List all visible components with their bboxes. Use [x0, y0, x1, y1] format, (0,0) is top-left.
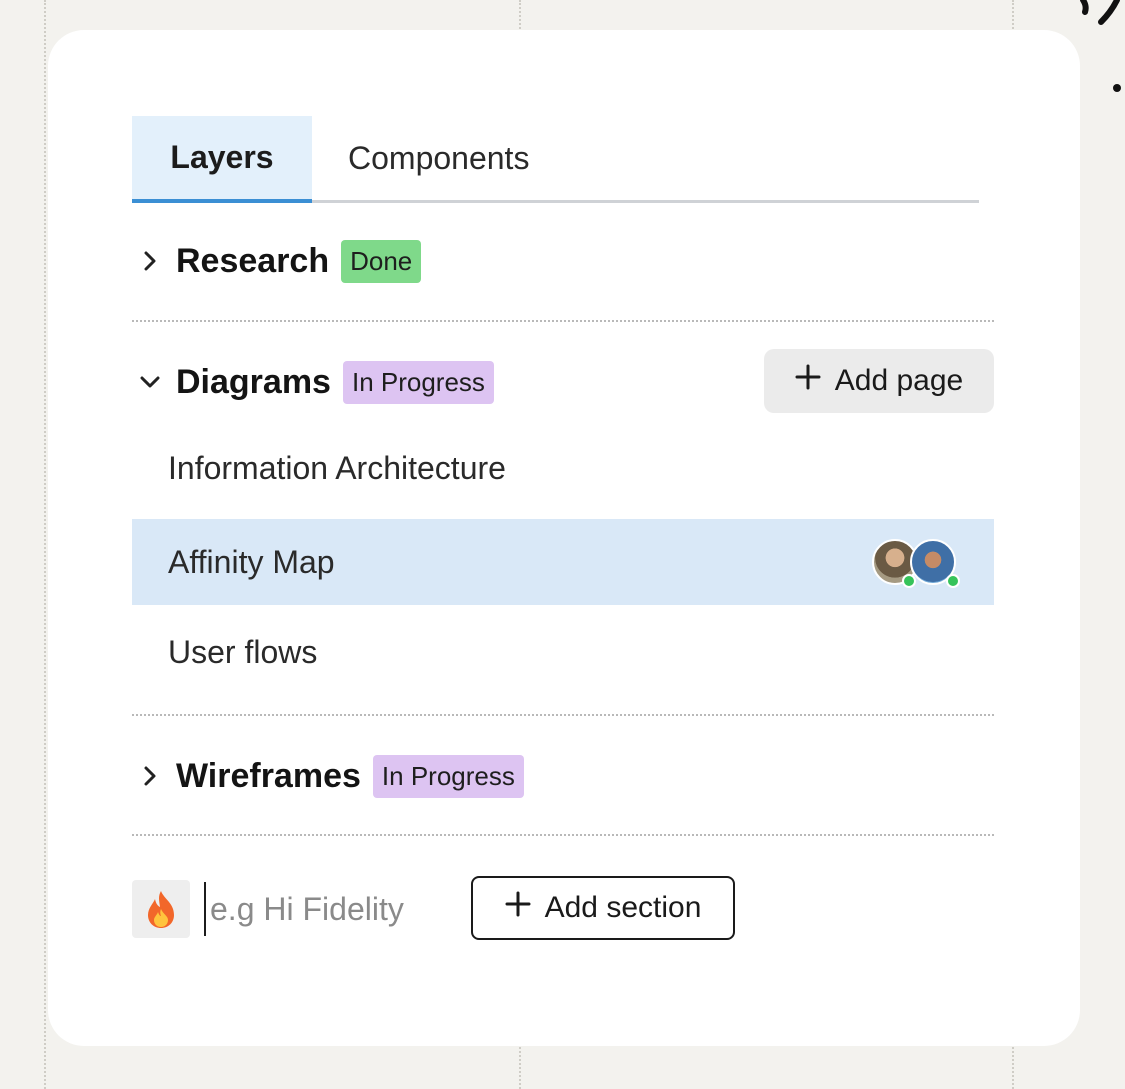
section-title-diagrams: Diagrams: [176, 362, 331, 401]
page-item-affinity-map[interactable]: Affinity Map: [132, 519, 994, 605]
collaborator-avatars: [872, 539, 964, 588]
tab-layers[interactable]: Layers: [132, 116, 312, 203]
tab-layers-label: Layers: [170, 139, 274, 175]
add-page-label: Add page: [834, 364, 964, 397]
page-item-label: Affinity Map: [168, 543, 335, 580]
page-item-label: Information Architecture: [168, 449, 506, 486]
add-page-button[interactable]: Add page: [764, 349, 994, 413]
fire-icon: [148, 891, 174, 928]
add-section-button[interactable]: Add section: [471, 876, 735, 940]
section-research[interactable]: Research Done: [132, 229, 994, 293]
tab-components[interactable]: Components: [312, 116, 592, 200]
guide-line-left: [44, 0, 46, 1089]
status-badge-done: Done: [341, 239, 422, 283]
add-section-label: Add section: [544, 891, 702, 924]
chevron-right-icon[interactable]: [132, 758, 168, 794]
chevron-right-icon[interactable]: [132, 243, 168, 279]
online-status-icon: [946, 574, 960, 588]
status-badge-in-progress: In Progress: [372, 754, 524, 798]
new-section-row: Add section: [132, 876, 832, 940]
tab-components-label: Components: [348, 139, 530, 176]
section-title-wireframes: Wireframes: [176, 756, 361, 795]
section-divider: [132, 320, 994, 322]
section-divider: [132, 714, 994, 716]
page-item-information-architecture[interactable]: Information Architecture: [132, 425, 994, 511]
section-divider: [132, 834, 994, 836]
section-wireframes[interactable]: Wireframes In Progress: [132, 744, 994, 808]
section-name-input[interactable]: [204, 882, 440, 936]
emoji-picker-button[interactable]: [132, 880, 190, 938]
panel-tabs: Layers Components: [132, 116, 979, 203]
status-badge-in-progress: In Progress: [342, 360, 494, 404]
plus-icon: [795, 364, 821, 398]
layers-panel: Layers Components Research Done Diagrams…: [48, 30, 1080, 1046]
section-title-research: Research: [176, 241, 330, 280]
chevron-down-icon[interactable]: [132, 364, 168, 400]
page-item-user-flows[interactable]: User flows: [132, 609, 994, 695]
page-item-label: User flows: [168, 633, 318, 670]
plus-icon: [505, 891, 531, 925]
